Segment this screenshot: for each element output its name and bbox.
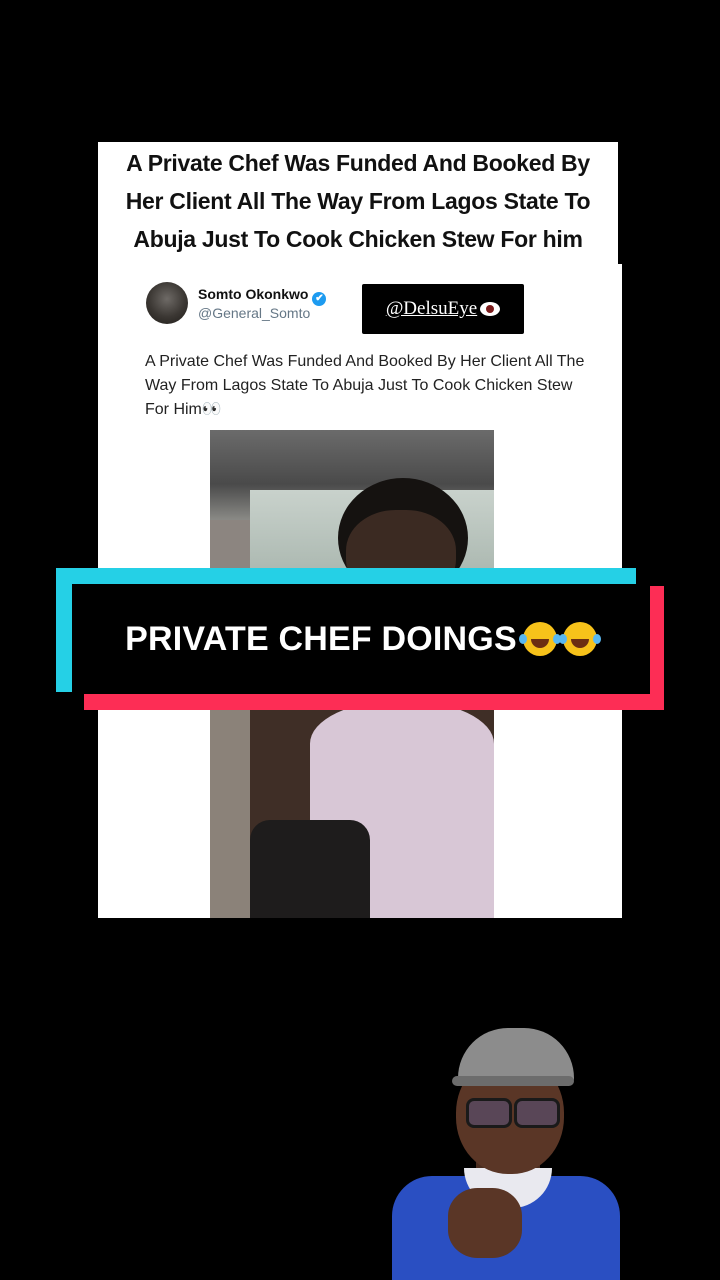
author-name[interactable]: Somto Okonkwo ✔: [198, 286, 327, 306]
headline-line: Abuja Just To Cook Chicken Stew For him: [133, 226, 583, 252]
avatar[interactable]: [146, 282, 188, 324]
headline-line: Her Client All The Way From Lagos State …: [125, 188, 591, 214]
tears-of-joy-icon: [558, 622, 597, 656]
presenter-glasses: [462, 1098, 560, 1128]
banner-title: PRIVATE CHEF DOINGS: [72, 584, 650, 694]
presenter-overlay: [392, 1028, 620, 1280]
watermark-badge: @DelsuEye: [362, 284, 524, 334]
headline-caption: A Private Chef Was Funded And Booked By …: [98, 144, 618, 258]
tears-of-joy-icon: [518, 622, 557, 656]
headline-line: A Private Chef Was Funded And Booked By: [126, 150, 590, 176]
tweet-text: A Private Chef Was Funded And Booked By …: [145, 353, 585, 418]
presenter-lens-left: [466, 1098, 512, 1128]
banner-label: PRIVATE CHEF DOINGS: [125, 619, 517, 658]
author-handle[interactable]: @General_Somto: [198, 305, 310, 321]
presenter-hand: [448, 1188, 522, 1258]
eye-icon: [480, 302, 501, 316]
video-handbag: [250, 820, 370, 918]
presenter-lens-right: [514, 1098, 560, 1128]
presenter-cap-brim: [452, 1076, 574, 1086]
verified-badge-icon: ✔: [312, 292, 327, 306]
author-name-label: Somto Okonkwo: [198, 286, 309, 302]
watermark-text: @DelsuEye: [385, 298, 478, 319]
